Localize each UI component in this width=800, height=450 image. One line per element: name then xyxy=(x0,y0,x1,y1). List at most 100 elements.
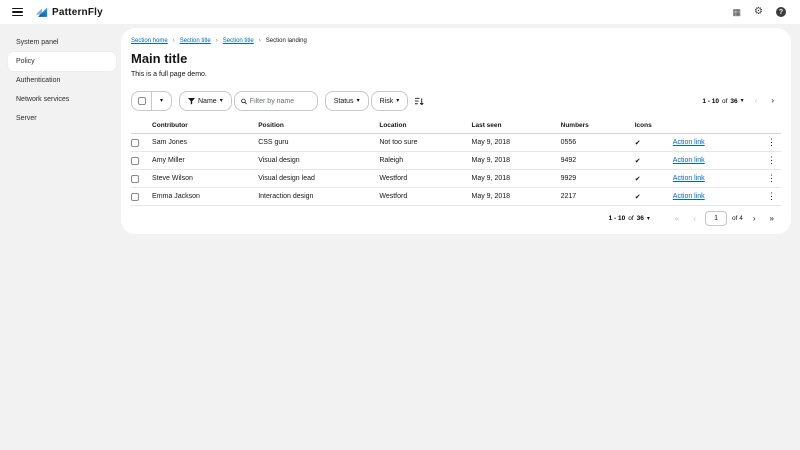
breadcrumb-link[interactable]: Section title xyxy=(180,38,211,44)
search-input[interactable] xyxy=(250,98,311,105)
data-table: Contributor Position Location Last seen … xyxy=(131,118,781,206)
cell-contributor: Amy Miller xyxy=(152,152,258,170)
sort-button[interactable] xyxy=(413,97,426,106)
next-page-button[interactable]: › xyxy=(746,215,763,223)
kebab-icon: ⋮ xyxy=(767,173,776,183)
cell-position: Visual design xyxy=(258,152,379,170)
angle-double-left-icon: « xyxy=(675,214,679,223)
check-icon: ✔ xyxy=(635,158,641,165)
row-select-checkbox[interactable] xyxy=(131,175,139,183)
table-header-row: Contributor Position Location Last seen … xyxy=(131,118,781,134)
row-select-checkbox[interactable] xyxy=(131,193,139,201)
kebab-menu-button[interactable]: ⋮ xyxy=(764,156,779,165)
cell-last-seen: May 9, 2018 xyxy=(472,188,561,206)
main-content-card: Section home › Section title › Section t… xyxy=(121,28,791,234)
kebab-icon: ⋮ xyxy=(767,137,776,147)
cell-last-seen: May 9, 2018 xyxy=(472,170,561,188)
breadcrumb-link[interactable]: Section title xyxy=(223,38,254,44)
sidebar-item-label: Policy xyxy=(16,58,35,65)
pagination-bottom: 1 - 10 of 36 ▾ « ‹ of 4 › » xyxy=(131,206,781,226)
sidebar-item-label: System panel xyxy=(16,39,58,46)
status-filter-button[interactable]: Status ▾ xyxy=(325,91,369,111)
caret-down-icon: ▾ xyxy=(396,98,399,104)
angle-right-icon: › xyxy=(771,96,774,105)
cell-numbers: 2217 xyxy=(561,188,635,206)
search-icon xyxy=(241,98,247,105)
action-link[interactable]: Action link xyxy=(673,157,705,164)
settings-button[interactable]: ⚙ xyxy=(752,7,765,17)
prev-page-button[interactable]: ‹ xyxy=(686,215,703,223)
kebab-menu-button[interactable]: ⋮ xyxy=(764,192,779,201)
name-filter-button[interactable]: Name ▾ xyxy=(179,91,232,111)
menu-toggle-button[interactable] xyxy=(12,8,23,17)
last-page-button[interactable]: » xyxy=(763,215,781,223)
column-header-numbers: Numbers xyxy=(561,118,635,134)
help-icon: ? xyxy=(776,7,786,17)
kebab-menu-button[interactable]: ⋮ xyxy=(764,174,779,183)
risk-filter-button[interactable]: Risk ▾ xyxy=(371,91,409,111)
next-page-button[interactable]: › xyxy=(764,97,781,105)
caret-down-icon: ▾ xyxy=(647,216,650,222)
page-title: Main title xyxy=(131,51,781,66)
app-launcher-button[interactable]: ▦ xyxy=(731,8,744,17)
row-select-checkbox[interactable] xyxy=(131,157,139,165)
cell-position: Interaction design xyxy=(258,188,379,206)
brand-logo: PatternFly xyxy=(34,5,103,19)
column-header-actions xyxy=(673,118,751,134)
breadcrumb-item: Section landing › xyxy=(266,38,307,44)
sidebar-item[interactable]: Authentication xyxy=(0,71,121,90)
chevron-right-icon: › xyxy=(173,38,175,44)
caret-down-icon: ▾ xyxy=(357,98,360,104)
grid-icon: ▦ xyxy=(733,8,742,17)
cell-location: Westford xyxy=(379,188,471,206)
cell-location: Westford xyxy=(379,170,471,188)
kebab-menu-button[interactable]: ⋮ xyxy=(764,138,779,147)
angle-right-icon: › xyxy=(753,214,756,223)
kebab-icon: ⋮ xyxy=(767,191,776,201)
table-row: Sam Jones CSS guru Not too sure May 9, 2… xyxy=(131,134,781,152)
breadcrumb-link[interactable]: Section home xyxy=(131,38,168,44)
action-link[interactable]: Action link xyxy=(673,193,705,200)
caret-down-icon: ▾ xyxy=(160,98,163,104)
sidebar-item[interactable]: Policy xyxy=(8,52,116,71)
sidebar-item[interactable]: Network services xyxy=(0,90,121,109)
hamburger-icon xyxy=(12,8,23,10)
breadcrumb-link[interactable]: Section landing xyxy=(266,38,307,44)
cell-contributor: Emma Jackson xyxy=(152,188,258,206)
pagination-menu-button[interactable]: 1 - 10 of 36 ▾ xyxy=(605,215,654,222)
sidebar-item[interactable]: System panel xyxy=(0,33,121,52)
action-link[interactable]: Action link xyxy=(673,139,705,146)
pagination-menu-button[interactable]: 1 - 10 of 36 ▾ xyxy=(698,98,747,105)
bulk-select-checkbox[interactable] xyxy=(138,97,146,105)
bulk-select-dropdown-button[interactable]: ▾ xyxy=(152,92,171,110)
cell-numbers: 0556 xyxy=(561,134,635,152)
bulk-select-split-button: ▾ xyxy=(131,91,172,111)
current-page-input[interactable] xyxy=(705,211,727,226)
breadcrumb: Section home › Section title › Section t… xyxy=(131,38,781,44)
kebab-icon: ⋮ xyxy=(767,155,776,165)
total-pages-label: of 4 xyxy=(732,215,743,222)
cell-location: Not too sure xyxy=(379,134,471,152)
sidebar-item[interactable]: Server xyxy=(0,109,121,128)
caret-down-icon: ▾ xyxy=(220,98,223,104)
column-header-location: Location xyxy=(379,118,471,134)
column-header-position: Position xyxy=(258,118,379,134)
cell-contributor: Steve Wilson xyxy=(152,170,258,188)
angle-left-icon: ‹ xyxy=(755,96,758,105)
breadcrumb-item: Section home › xyxy=(131,38,175,44)
first-page-button[interactable]: « xyxy=(668,215,686,223)
prev-page-button[interactable]: ‹ xyxy=(748,97,765,105)
breadcrumb-item: Section title › xyxy=(180,38,218,44)
row-select-checkbox[interactable] xyxy=(131,139,139,147)
page-subtitle: This is a full page demo. xyxy=(131,71,781,78)
cell-contributor: Sam Jones xyxy=(152,134,258,152)
table-row: Emma Jackson Interaction design Westford… xyxy=(131,188,781,206)
help-button[interactable]: ? xyxy=(774,7,788,17)
table-row: Steve Wilson Visual design lead Westford… xyxy=(131,170,781,188)
sort-icon xyxy=(415,97,424,106)
chevron-right-icon: › xyxy=(259,38,261,44)
sidebar-item-label: Network services xyxy=(16,96,69,103)
breadcrumb-item: Section title › xyxy=(223,38,261,44)
action-link[interactable]: Action link xyxy=(673,175,705,182)
sidebar: System panel Policy Authentication Netwo… xyxy=(0,24,121,450)
